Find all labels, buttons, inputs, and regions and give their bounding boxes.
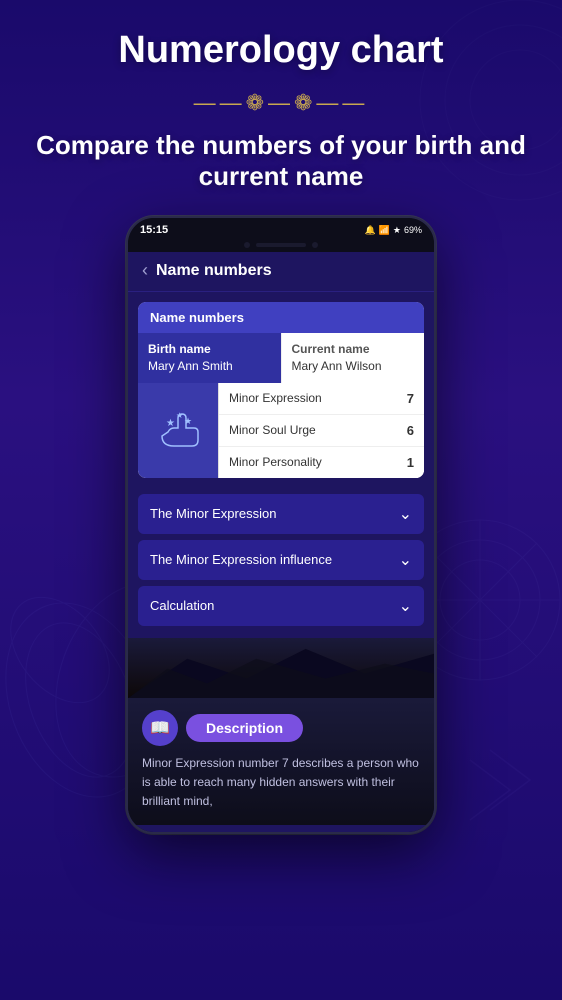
minor-personality-value: 1 (407, 455, 414, 470)
minor-soul-urge-label: Minor Soul Urge (229, 423, 316, 437)
signal-icon: ★ (393, 225, 401, 236)
minor-expression-value: 7 (407, 391, 414, 406)
bottom-section: 📖 Description Minor Expression number 7 … (128, 638, 434, 826)
current-name-value: Mary Ann Wilson (292, 358, 415, 375)
status-bar: 15:15 🔔 📶 ★ 69% (128, 218, 434, 240)
page-subtitle: Compare the numbers of your birth and cu… (20, 130, 542, 192)
current-name-label: Current name (292, 341, 415, 358)
notification-icon: 🔔 (364, 225, 375, 236)
description-text: Minor Expression number 7 describes a pe… (142, 754, 420, 812)
app-header: ‹ Name numbers (128, 252, 434, 292)
minor-soul-urge-row: Minor Soul Urge 6 (219, 415, 424, 447)
minor-personality-label: Minor Personality (229, 455, 322, 469)
chevron-down-icon-0: ⌄ (399, 504, 412, 524)
ornament-divider: ――❁―❁―― (194, 90, 369, 116)
status-time: 15:15 (140, 224, 168, 236)
description-badge: Description (186, 714, 303, 742)
name-numbers-card: Name numbers Birth name Mary Ann Smith C… (138, 302, 424, 478)
description-area: 📖 Description Minor Expression number 7 … (128, 698, 434, 826)
minor-soul-urge-value: 6 (407, 423, 414, 438)
phone-mockup: 15:15 🔔 📶 ★ 69% ‹ Name numbers (126, 216, 436, 834)
background: Numerology chart ――❁―❁―― Compare the num… (0, 0, 562, 1000)
numbers-section: ★ ★ ★ Minor Expression 7 (138, 383, 424, 478)
chevron-down-icon-2: ⌄ (399, 596, 412, 616)
battery-level: 69% (404, 225, 422, 235)
minor-personality-row: Minor Personality 1 (219, 447, 424, 478)
status-icons: 🔔 📶 ★ 69% (364, 225, 422, 236)
accordion-minor-expression-label: The Minor Expression (150, 506, 276, 521)
minor-expression-row: Minor Expression 7 (219, 383, 424, 415)
name-comparison-row: Birth name Mary Ann Smith Current name M… (138, 333, 424, 383)
camera-dot (244, 242, 250, 248)
icon-cell: ★ ★ ★ (138, 383, 218, 478)
book-icon: 📖 (142, 710, 178, 746)
header-title: Name numbers (156, 262, 272, 280)
accordion-minor-expression-influence[interactable]: The Minor Expression influence ⌄ (138, 540, 424, 580)
camera-dot-2 (312, 242, 318, 248)
current-name-cell: Current name Mary Ann Wilson (281, 333, 425, 383)
svg-text:★: ★ (184, 416, 192, 426)
camera-bar (128, 240, 434, 252)
birth-name-cell: Birth name Mary Ann Smith (138, 333, 281, 383)
svg-text:★: ★ (166, 418, 175, 429)
accordion-container: The Minor Expression ⌄ The Minor Express… (128, 488, 434, 638)
wifi-icon: 📶 (379, 225, 390, 236)
minor-expression-label: Minor Expression (229, 391, 322, 405)
accordion-calculation-label: Calculation (150, 598, 214, 613)
chevron-down-icon-1: ⌄ (399, 550, 412, 570)
accordion-minor-expression[interactable]: The Minor Expression ⌄ (138, 494, 424, 534)
accordion-calculation[interactable]: Calculation ⌄ (138, 586, 424, 626)
star-hand-icon: ★ ★ ★ (154, 404, 202, 457)
birth-name-label: Birth name (148, 341, 271, 358)
number-rows: Minor Expression 7 Minor Soul Urge 6 Min… (218, 383, 424, 478)
main-content: Numerology chart ――❁―❁―― Compare the num… (0, 0, 562, 834)
app-content: ‹ Name numbers Name numbers Birth name M… (128, 252, 434, 832)
birth-name-value: Mary Ann Smith (148, 358, 271, 375)
mountain-landscape (128, 638, 434, 698)
card-header: Name numbers (138, 302, 424, 333)
description-header: 📖 Description (142, 710, 420, 746)
back-button[interactable]: ‹ (142, 260, 148, 281)
page-title: Numerology chart (118, 30, 443, 72)
speaker-bar (256, 243, 306, 247)
svg-text:★: ★ (176, 411, 183, 420)
accordion-minor-expression-influence-label: The Minor Expression influence (150, 552, 332, 567)
